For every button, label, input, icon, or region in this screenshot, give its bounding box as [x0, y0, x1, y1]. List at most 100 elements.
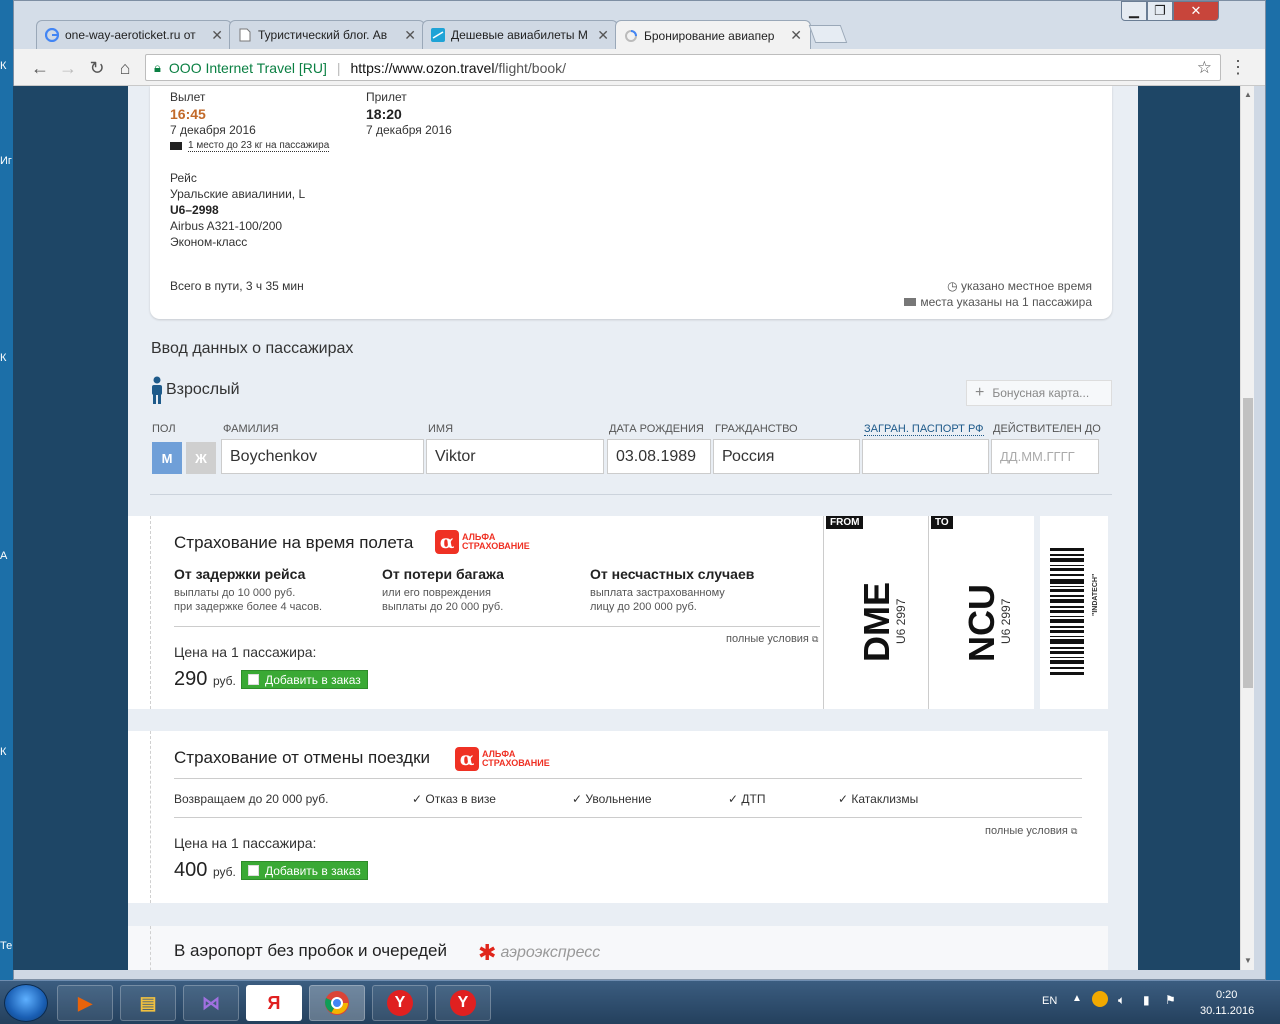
total-travel-time: Всего в пути, 3 ч 35 мин: [170, 279, 304, 293]
star-icon[interactable]: ☆: [1197, 58, 1212, 78]
gender-header: ПОЛ: [152, 423, 176, 435]
citizenship-select[interactable]: Россия: [713, 439, 860, 474]
yandex-browser-icon[interactable]: Y: [372, 985, 428, 1021]
tab-label: Дешевые авиабилеты М: [451, 28, 588, 42]
checkbox-icon: [248, 865, 259, 876]
close-icon[interactable]: ✕: [597, 27, 609, 44]
birthdate-input[interactable]: 03.08.1989: [607, 439, 711, 474]
add-cancel-insurance-button[interactable]: Добавить в заказ: [241, 861, 368, 880]
baggage-info[interactable]: 1 место до 23 кг на пассажира: [170, 140, 330, 152]
chrome-icon[interactable]: [309, 985, 365, 1021]
desktop-icon-label[interactable]: К: [0, 746, 12, 758]
forward-icon[interactable]: →: [57, 57, 79, 79]
currency: руб.: [212, 865, 236, 879]
price-label: Цена на 1 пассажира:: [174, 644, 317, 660]
back-icon[interactable]: ←: [29, 57, 51, 79]
clock-date[interactable]: 30.11.2016: [1200, 1005, 1254, 1017]
minimize-button[interactable]: ▁: [1121, 1, 1147, 21]
arrival-time: 18:20: [366, 106, 402, 122]
page-scrollbar[interactable]: ▲ ▼: [1240, 86, 1254, 970]
baggage-line1: или его повреждения: [382, 587, 491, 599]
check-label: ДТП: [741, 792, 766, 806]
passenger-type: Взрослый: [150, 376, 240, 404]
desktop-icon-label[interactable]: А: [0, 550, 12, 562]
add-label: Добавить в заказ: [265, 863, 361, 878]
close-icon[interactable]: ✕: [790, 27, 802, 44]
accident-line2: лицу до 200 000 руб.: [590, 601, 697, 613]
surname-input[interactable]: Boychenkov: [221, 439, 424, 474]
to-tag: TO: [931, 516, 953, 529]
booking-page: Вылет 16:45 7 декабря 2016 1 место до 23…: [128, 86, 1138, 970]
network-icon[interactable]: ▮: [1143, 993, 1150, 1007]
flight-insurance-title: Страхование на время полета: [174, 533, 414, 552]
reload-icon[interactable]: ↻: [86, 57, 108, 79]
url-path: /flight/book/: [494, 59, 567, 76]
check-accident: ✓ ДТП: [728, 792, 766, 806]
home-icon[interactable]: ⌂: [114, 57, 136, 79]
departure-date: 7 декабря 2016: [170, 123, 256, 137]
passengers-title: Ввод данных о пассажирах: [151, 340, 354, 357]
volume-icon[interactable]: 🔈︎: [1118, 993, 1125, 1008]
divider: [150, 494, 1112, 495]
language-indicator[interactable]: EN: [1042, 995, 1057, 1007]
close-icon[interactable]: ✕: [404, 27, 416, 44]
alfa-brand-line2: СТРАХОВАНИЕ: [462, 541, 530, 551]
alfa-icon: α: [455, 747, 479, 771]
browser-toolbar: ← → ↻ ⌂ 🔒︎ ООО Internet Travel [RU] | ht…: [14, 49, 1265, 86]
accident-title: От несчастных случаев: [590, 566, 755, 582]
citizenship-header: ГРАЖДАНСТВО: [715, 423, 798, 435]
alfa-icon: α: [435, 530, 459, 554]
tab-travel-blog[interactable]: Туристический блог. Ав ✕: [229, 20, 425, 49]
full-terms-link[interactable]: полные условия ⧉: [985, 825, 1077, 837]
desktop-icon-label[interactable]: Те: [0, 940, 12, 952]
start-button[interactable]: [4, 984, 48, 1022]
explorer-icon[interactable]: ▤: [120, 985, 176, 1021]
bonus-card-button[interactable]: + Бонусная карта...: [966, 380, 1112, 406]
flag-icon[interactable]: ⚑: [1165, 993, 1176, 1007]
barcode-icon: [1050, 548, 1084, 675]
close-window-button[interactable]: ✕: [1173, 1, 1219, 21]
yandex-browser-icon[interactable]: Y: [435, 985, 491, 1021]
local-time-text: указано местное время: [960, 279, 1092, 293]
tab-cheap-flights[interactable]: Дешевые авиабилеты М ✕: [422, 20, 618, 49]
passport-header[interactable]: ЗАГРАН. ПАСПОРТ РФ: [864, 423, 984, 436]
media-player-icon[interactable]: ▶: [57, 985, 113, 1021]
flight-card: Вылет 16:45 7 декабря 2016 1 место до 23…: [150, 86, 1112, 319]
passport-input[interactable]: [862, 439, 989, 474]
desktop-icon-label[interactable]: К: [0, 60, 12, 72]
name-input[interactable]: Viktor: [426, 439, 604, 474]
ticket-barcode-stub: "INDATECH": [1034, 516, 1108, 709]
bonus-card-label: Бонусная карта...: [992, 386, 1090, 400]
baggage-title: От потери багажа: [382, 566, 504, 582]
arrival-label: Прилет: [366, 90, 407, 104]
tray-expand-icon[interactable]: ▲: [1072, 993, 1082, 1004]
yandex-icon[interactable]: Я: [246, 985, 302, 1021]
price-label: Цена на 1 пассажира:: [174, 835, 317, 851]
gender-female-button[interactable]: Ж: [186, 442, 216, 474]
add-flight-insurance-button[interactable]: Добавить в заказ: [241, 670, 368, 689]
full-terms-text: полные условия: [726, 633, 809, 645]
close-icon[interactable]: ✕: [211, 27, 223, 44]
clock-time[interactable]: 0:20: [1216, 989, 1237, 1001]
system-tray: EN ▲ 🔈︎ ▮ ⚑ 0:20 30.11.2016: [1040, 981, 1280, 1024]
aeroexpress-logo: ✱ аэроэкспресс: [478, 940, 600, 966]
external-link-icon: ⧉: [811, 634, 819, 644]
gender-male-button[interactable]: М: [152, 442, 182, 474]
scrollbar-thumb[interactable]: [1243, 398, 1253, 688]
menu-icon[interactable]: ⋮: [1229, 57, 1247, 78]
divider: |: [336, 59, 341, 76]
desktop-icon-label[interactable]: К: [0, 352, 12, 364]
scroll-down-icon[interactable]: ▼: [1244, 956, 1252, 965]
full-terms-link[interactable]: полные условия ⧉: [726, 633, 818, 645]
new-tab-button[interactable]: [808, 25, 848, 43]
scroll-up-icon[interactable]: ▲: [1244, 90, 1252, 99]
address-bar[interactable]: 🔒︎ ООО Internet Travel [RU] | https://ww…: [145, 54, 1221, 81]
tab-booking[interactable]: Бронирование авиапер ✕: [615, 20, 811, 50]
tab-label: Бронирование авиапер: [644, 28, 775, 43]
tab-aeroticket[interactable]: one-way-aeroticket.ru от ✕: [36, 20, 232, 49]
maximize-button[interactable]: ❐: [1147, 1, 1173, 21]
tray-app-icon[interactable]: [1092, 991, 1108, 1007]
visual-studio-icon[interactable]: ⋈: [183, 985, 239, 1021]
valid-until-input[interactable]: ДД.ММ.ГГГГ: [991, 439, 1099, 474]
desktop-icon-label[interactable]: Иг: [0, 155, 12, 167]
